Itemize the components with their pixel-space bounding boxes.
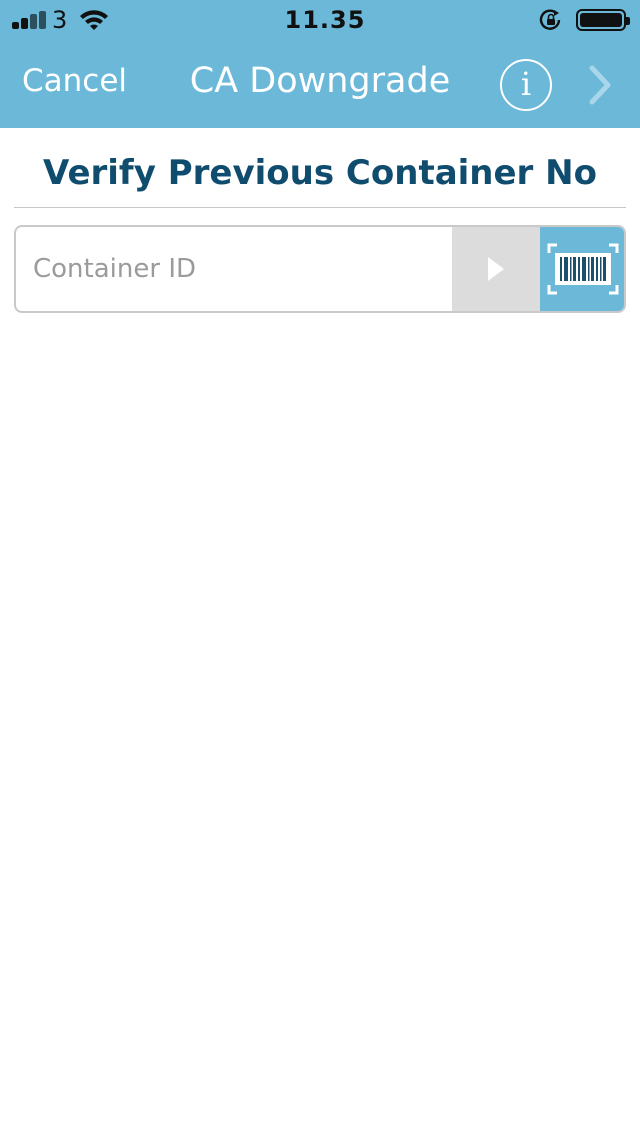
signal-icon bbox=[12, 11, 48, 29]
navigation-bar: Cancel CA Downgrade i bbox=[0, 40, 640, 128]
page-title: CA Downgrade bbox=[189, 61, 451, 101]
section-heading: Verify Previous Container No bbox=[43, 153, 597, 193]
status-time: 11.35 bbox=[284, 6, 366, 34]
barcode-scan-icon bbox=[547, 243, 619, 295]
container-id-input-group bbox=[14, 225, 626, 313]
carrier-label: 3 bbox=[52, 6, 68, 34]
container-id-input[interactable] bbox=[16, 227, 452, 311]
chevron-right-icon[interactable] bbox=[584, 64, 616, 106]
wifi-icon bbox=[80, 10, 108, 30]
battery-icon bbox=[576, 9, 630, 31]
info-icon[interactable]: i bbox=[500, 59, 552, 111]
cancel-button[interactable]: Cancel bbox=[22, 62, 127, 100]
barcode-scan-button[interactable] bbox=[540, 227, 624, 311]
status-bar: 3 11.35 bbox=[0, 0, 640, 40]
submit-button[interactable] bbox=[452, 227, 540, 311]
app-header: 3 11.35 Cancel CA Downgrade i bbox=[0, 0, 640, 128]
divider bbox=[14, 207, 626, 208]
play-arrow-icon bbox=[488, 257, 504, 281]
rotation-lock-icon bbox=[539, 9, 561, 30]
